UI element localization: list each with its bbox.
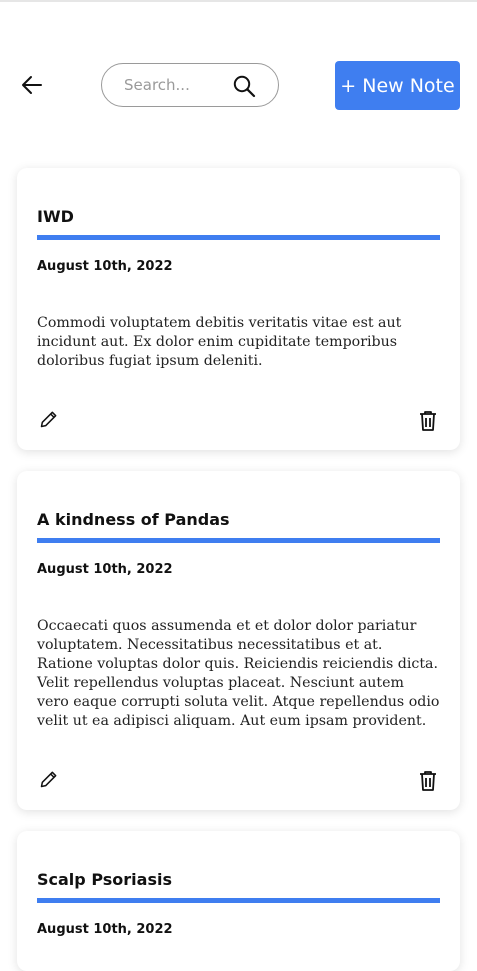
note-date: August 10th, 2022: [37, 562, 173, 577]
note-title: Scalp Psoriasis: [37, 870, 172, 889]
search-icon[interactable]: [232, 74, 256, 98]
note-date: August 10th, 2022: [37, 922, 173, 937]
top-divider: [0, 0, 477, 2]
note-body: Occaecati quos assumenda et et dolor dol…: [37, 618, 440, 729]
new-note-button[interactable]: + New Note: [335, 61, 460, 110]
delete-button[interactable]: [416, 409, 440, 433]
note-card: IWD August 10th, 2022 Commodi voluptatem…: [17, 168, 460, 450]
pencil-icon: [40, 771, 57, 788]
note-card: Scalp Psoriasis August 10th, 2022: [17, 831, 460, 971]
trash-icon: [420, 411, 436, 431]
note-title: A kindness of Pandas: [37, 510, 230, 529]
title-underline: [37, 898, 440, 903]
search-input[interactable]: [124, 76, 220, 94]
header: + New Note: [0, 60, 477, 112]
pencil-icon: [40, 411, 57, 428]
title-underline: [37, 538, 440, 543]
back-button[interactable]: [18, 71, 46, 99]
note-title: IWD: [37, 207, 74, 226]
delete-button[interactable]: [416, 769, 440, 793]
note-actions: [37, 407, 440, 437]
arrow-left-icon: [22, 76, 42, 94]
note-card: A kindness of Pandas August 10th, 2022 O…: [17, 471, 460, 810]
edit-button[interactable]: [37, 767, 61, 791]
note-date: August 10th, 2022: [37, 259, 173, 274]
search-box: [101, 63, 279, 107]
title-underline: [37, 235, 440, 240]
note-actions: [37, 767, 440, 797]
note-body: Commodi voluptatem debitis veritatis vit…: [37, 315, 402, 369]
edit-button[interactable]: [37, 407, 61, 431]
trash-icon: [420, 771, 436, 791]
